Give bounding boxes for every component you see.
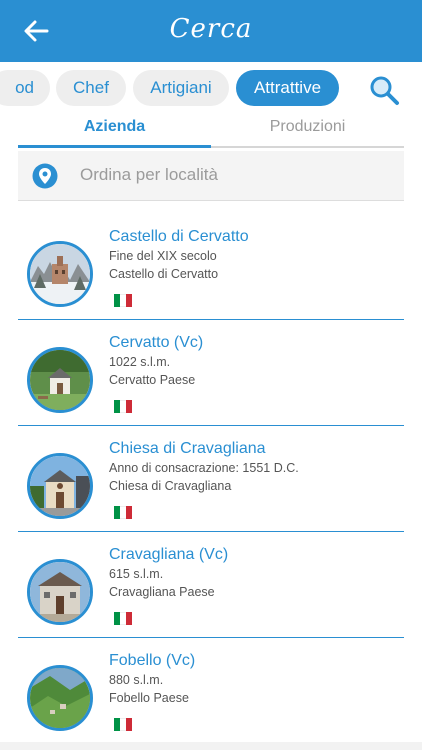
attraction-thumbnail <box>27 453 93 519</box>
tab-indicator <box>18 145 211 148</box>
item-subtitle: Fine del XIX secolo <box>109 249 217 263</box>
italy-flag-icon <box>114 718 132 731</box>
attractions-list: Castello di Cervatto Fine del XIX secolo… <box>18 214 404 744</box>
bottom-edge <box>0 742 422 750</box>
search-icon[interactable] <box>368 74 400 106</box>
tab-bar: Azienda Produzioni <box>18 112 404 148</box>
chip-chef[interactable]: Chef <box>56 70 126 106</box>
italy-flag-icon <box>114 294 132 307</box>
italy-flag-icon <box>114 506 132 519</box>
list-item[interactable]: Fobello (Vc) 880 s.l.m. Fobello Paese <box>18 638 404 744</box>
item-location: Chiesa di Cravagliana <box>109 479 232 493</box>
item-title: Castello di Cervatto <box>109 228 249 245</box>
category-chip-row: od Chef Artigiani Attrattive <box>0 70 422 108</box>
italy-flag-icon <box>114 612 132 625</box>
tab-produzioni[interactable]: Produzioni <box>211 112 404 146</box>
chip-attrattive[interactable]: Attrattive <box>236 70 339 106</box>
item-title: Chiesa di Cravagliana <box>109 440 266 457</box>
attraction-thumbnail <box>27 559 93 625</box>
item-location: Castello di Cervatto <box>109 267 219 281</box>
item-subtitle: 1022 s.l.m. <box>109 355 171 369</box>
item-title: Cravagliana (Vc) <box>109 546 229 563</box>
chip-food[interactable]: od <box>0 70 50 106</box>
item-location: Cravagliana Paese <box>109 585 215 599</box>
list-item[interactable]: Castello di Cervatto Fine del XIX secolo… <box>18 214 404 320</box>
list-item[interactable]: Cravagliana (Vc) 615 s.l.m. Cravagliana … <box>18 532 404 638</box>
top-app-bar: Cerca <box>0 0 422 62</box>
page-title: Cerca <box>169 14 253 44</box>
sort-label: Ordina per località <box>80 165 218 184</box>
tab-azienda[interactable]: Azienda <box>18 112 211 148</box>
attraction-thumbnail <box>27 347 93 413</box>
location-pin-icon <box>32 163 58 189</box>
italy-flag-icon <box>114 400 132 413</box>
item-subtitle: 880 s.l.m. <box>109 673 164 687</box>
item-location: Cervatto Paese <box>109 373 196 387</box>
item-title: Fobello (Vc) <box>109 652 196 669</box>
list-item[interactable]: Chiesa di Cravagliana Anno di consacrazi… <box>18 426 404 532</box>
chip-artigiani[interactable]: Artigiani <box>133 70 229 106</box>
item-title: Cervatto (Vc) <box>109 334 204 351</box>
sort-by-location-button[interactable]: Ordina per località <box>18 151 404 201</box>
tab-produzioni-label: Produzioni <box>269 118 346 135</box>
item-subtitle: Anno di consacrazione: 1551 D.C. <box>109 461 299 475</box>
tab-azienda-label: Azienda <box>83 118 146 135</box>
item-location: Fobello Paese <box>109 691 189 705</box>
list-item[interactable]: Cervatto (Vc) 1022 s.l.m. Cervatto Paese <box>18 320 404 426</box>
attraction-thumbnail <box>27 241 93 307</box>
item-subtitle: 615 s.l.m. <box>109 567 164 581</box>
attraction-thumbnail <box>27 665 93 731</box>
